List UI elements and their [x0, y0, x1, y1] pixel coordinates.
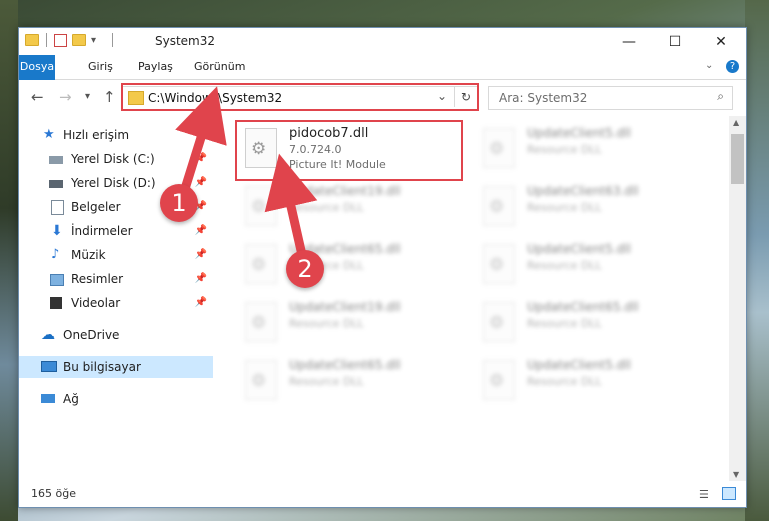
arrow-1 — [175, 86, 227, 197]
callout-2: 2 — [286, 250, 324, 288]
callout-1: 1 — [160, 184, 198, 222]
arrow-2 — [264, 153, 318, 260]
annotation-arrows — [175, 86, 318, 260]
